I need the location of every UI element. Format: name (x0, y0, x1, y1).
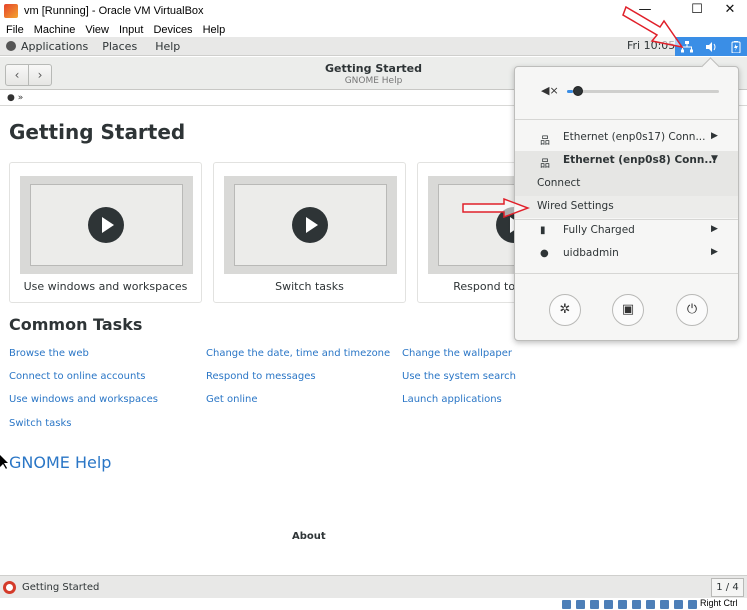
menu-item-label: Connect (537, 177, 581, 189)
chevron-right-icon: ▶ (711, 224, 718, 234)
system-menu-popover: ◀× 品 Ethernet (enp0s17) Conn... ▶ 品 Ethe… (514, 66, 739, 341)
menu-machine[interactable]: Machine (34, 24, 76, 36)
chevron-right-icon: ▶ (711, 247, 718, 257)
shared-folder-icon (604, 600, 613, 609)
chevron-right-icon: ▶ (711, 131, 718, 141)
usb-icon (590, 600, 599, 609)
battery-icon: ▮ (540, 225, 546, 236)
optical-icon (576, 600, 585, 609)
vbox-window-title: vm [Running] - Oracle VM VirtualBox (24, 5, 204, 17)
annotation-arrow-icon (622, 5, 684, 49)
volume-muted-icon: ◀× (541, 84, 559, 97)
applications-label: Applications (21, 39, 89, 53)
video-card-windows[interactable]: Use windows and workspaces (9, 162, 202, 303)
divider (515, 273, 738, 274)
places-menu[interactable]: Places (102, 40, 137, 53)
menu-item-user[interactable]: ● uidbadmin ▶ (515, 243, 738, 265)
page-title: Getting Started (9, 120, 186, 144)
about-link[interactable]: About (292, 531, 326, 542)
gnome-help-link[interactable]: GNOME Help (9, 453, 111, 472)
video-caption: Use windows and workspaces (23, 280, 188, 293)
help-menu[interactable]: Help (155, 40, 180, 53)
workspace-pager[interactable]: 1 / 4 (711, 578, 744, 597)
annotation-arrow-icon (462, 198, 530, 218)
settings-button[interactable]: ✲ (549, 294, 581, 326)
taskbar-window-button[interactable]: Getting Started (3, 579, 99, 596)
menu-input[interactable]: Input (119, 24, 143, 36)
volume-slider[interactable] (567, 86, 719, 96)
help-lifebuoy-icon (3, 581, 16, 594)
chevron-down-icon: ▼ (711, 154, 718, 164)
play-icon[interactable] (88, 207, 124, 243)
menu-item-ethernet-enp0s17[interactable]: 品 Ethernet (enp0s17) Conn... ▶ (515, 127, 738, 149)
task-link[interactable]: Respond to messages (206, 371, 316, 382)
common-tasks-heading: Common Tasks (9, 315, 143, 334)
volume-icon (705, 41, 716, 52)
vbox-status-bar: Right Ctrl (0, 598, 747, 610)
cpu-icon (660, 600, 669, 609)
menu-view[interactable]: View (85, 24, 109, 36)
menu-item-label: Ethernet (enp0s8) Conn... (563, 154, 717, 166)
menu-item-label: Wired Settings (537, 200, 614, 212)
user-icon: ● (540, 248, 549, 259)
menu-item-label: uidbadmin (563, 247, 619, 259)
taskbar-window-label: Getting Started (22, 582, 100, 593)
volume-slider-knob[interactable] (573, 86, 584, 96)
menu-item-label: Fully Charged (563, 224, 635, 236)
task-link[interactable]: Switch tasks (9, 418, 72, 429)
task-link[interactable]: Browse the web (9, 348, 89, 359)
menu-help[interactable]: Help (203, 24, 226, 36)
virtualbox-logo-icon (4, 4, 18, 18)
task-link[interactable]: Launch applications (402, 394, 502, 405)
task-link[interactable]: Use windows and workspaces (9, 394, 158, 405)
menu-devices[interactable]: Devices (153, 24, 192, 36)
gnome-foot-icon (6, 41, 16, 51)
host-key-label: Right Ctrl (700, 598, 738, 608)
task-link[interactable]: Get online (206, 394, 258, 405)
video-card-switch-tasks[interactable]: Switch tasks (213, 162, 406, 303)
battery-icon (731, 40, 741, 53)
applications-menu[interactable]: Applications (6, 40, 88, 53)
power-button[interactable]: ⏻ (676, 294, 708, 326)
home-foot-icon[interactable]: ● (7, 93, 15, 103)
disk-icon (562, 600, 571, 609)
network-icon (632, 600, 641, 609)
task-link[interactable]: Connect to online accounts (9, 371, 145, 382)
task-link[interactable]: Change the wallpaper (402, 348, 512, 359)
menu-item-connect[interactable]: Connect (515, 173, 738, 195)
menu-item-wired-settings[interactable]: Wired Settings (515, 196, 738, 218)
recording-icon (646, 600, 655, 609)
menu-file[interactable]: File (6, 24, 24, 36)
window-list-taskbar: Getting Started 1 / 4 (0, 575, 747, 598)
network-wired-icon: 品 (540, 159, 550, 170)
play-icon[interactable] (292, 207, 328, 243)
power-icon: ⏻ (686, 302, 698, 317)
settings-tools-icon: ✲ (559, 302, 571, 317)
breadcrumb-separator: » (17, 93, 24, 103)
task-link[interactable]: Use the system search (402, 371, 516, 382)
video-thumbnail (20, 176, 193, 274)
lock-icon: ▣ (621, 302, 635, 317)
display-icon (618, 600, 627, 609)
network-wired-icon: 品 (540, 136, 550, 147)
lock-button[interactable]: ▣ (612, 294, 644, 326)
keyboard-icon (688, 600, 697, 609)
close-button[interactable]: ✕ (713, 0, 747, 22)
mouse-integration-icon (674, 600, 683, 609)
video-caption: Switch tasks (275, 280, 344, 293)
divider (515, 119, 738, 120)
mouse-pointer-icon (0, 455, 8, 469)
video-thumbnail (224, 176, 397, 274)
menu-item-battery[interactable]: ▮ Fully Charged ▶ (515, 220, 738, 242)
task-link[interactable]: Change the date, time and timezone (206, 348, 390, 359)
menu-item-ethernet-enp0s8[interactable]: 品 Ethernet (enp0s8) Conn... ▼ (515, 150, 738, 172)
menu-item-label: Ethernet (enp0s17) Conn... (563, 131, 706, 143)
